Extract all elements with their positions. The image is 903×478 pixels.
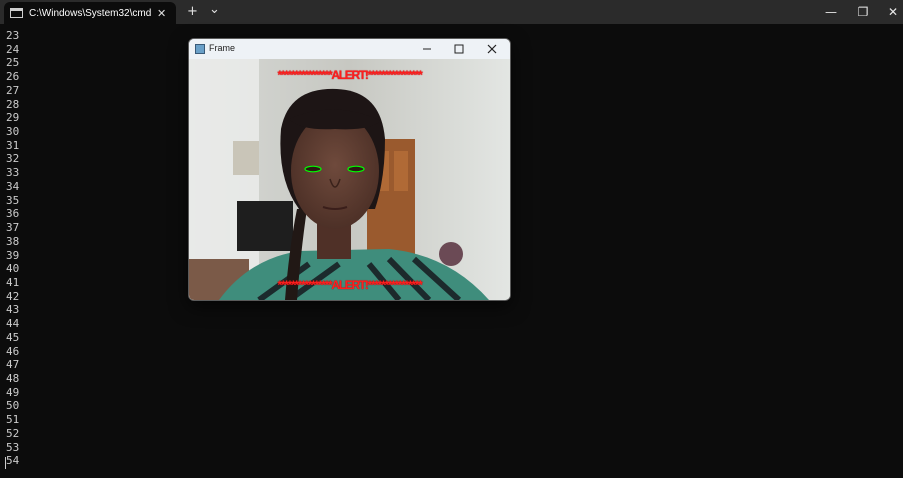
terminal-line: 29: [6, 111, 20, 125]
maximize-icon: [454, 44, 464, 54]
new-tab-button[interactable]: +: [187, 4, 198, 20]
terminal-line: 39: [6, 248, 20, 262]
frame-title: Frame: [209, 43, 236, 53]
terminal-line: 26: [6, 70, 20, 84]
frame-window[interactable]: Frame ****************ALERT!************…: [188, 38, 511, 301]
terminal-line: 52: [6, 426, 20, 440]
close-icon: [487, 44, 497, 54]
frame-maximize-button[interactable]: [443, 39, 475, 59]
terminal-line: 50: [6, 399, 20, 413]
terminal-line: 53: [6, 440, 20, 454]
terminal-line: 43: [6, 303, 20, 317]
text-cursor: [5, 457, 6, 469]
terminal-line: 40: [6, 262, 20, 276]
tab-dropdown-button[interactable]: ⌄: [209, 2, 220, 18]
terminal-icon: [10, 8, 23, 18]
terminal-line: 41: [6, 275, 20, 289]
frame-app-icon: [195, 44, 205, 54]
terminal-output: 23 24 25 26 27 28 29 30 31 32 33 34 35 36 37 38 39 40 41 42…: [6, 29, 19, 468]
terminal-line: 33: [6, 166, 20, 180]
terminal-line: 35: [6, 193, 20, 207]
frame-title-bar[interactable]: Frame: [189, 39, 510, 59]
terminal-line: 46: [6, 344, 20, 358]
restore-button[interactable]: ❐: [848, 0, 878, 24]
tab-title: C:\Windows\System32\cmd.e: [29, 7, 151, 19]
left-eye-contour: [304, 165, 322, 173]
terminal-tab[interactable]: C:\Windows\System32\cmd.e ✕: [4, 2, 176, 24]
frame-close-button[interactable]: [476, 39, 508, 59]
face: [291, 113, 379, 229]
tab-close-icon[interactable]: ✕: [157, 7, 166, 20]
terminal-line: 34: [6, 179, 20, 193]
right-eye-contour: [347, 165, 365, 173]
terminal-line: 36: [6, 207, 20, 221]
terminal-line: 32: [6, 152, 20, 166]
minimize-button[interactable]: —: [816, 0, 846, 24]
alert-text-top: ****************ALERT!****************: [277, 68, 422, 82]
terminal-line: 23: [6, 29, 20, 42]
terminal-line: 25: [6, 56, 20, 70]
background-person: [439, 242, 463, 266]
terminal-line: 27: [6, 83, 20, 97]
door-panel: [394, 151, 408, 191]
terminal-line: 45: [6, 330, 20, 344]
minimize-icon: [423, 48, 431, 50]
close-button[interactable]: ✕: [878, 0, 903, 24]
terminal-line: 30: [6, 125, 20, 139]
alert-text-bottom: ****************ALERT!****************: [277, 278, 422, 292]
frame-minimize-button[interactable]: [411, 39, 443, 59]
terminal-line: 37: [6, 221, 20, 235]
terminal-line: 28: [6, 97, 20, 111]
switchboard: [233, 141, 259, 175]
webcam-video-frame: [189, 59, 510, 300]
terminal-line: 49: [6, 385, 20, 399]
terminal-line: 31: [6, 138, 20, 152]
terminal-line: 51: [6, 413, 20, 427]
terminal-line: 42: [6, 289, 20, 303]
terminal-line: 24: [6, 42, 20, 56]
terminal-line: 54: [6, 454, 20, 468]
terminal-line: 38: [6, 234, 20, 248]
terminal-line: 47: [6, 358, 20, 372]
terminal-line: 44: [6, 317, 20, 331]
terminal-tab-bar: C:\Windows\System32\cmd.e ✕ + ⌄ — ❐ ✕: [0, 0, 903, 24]
terminal-line: 48: [6, 371, 20, 385]
monitor: [237, 201, 293, 251]
